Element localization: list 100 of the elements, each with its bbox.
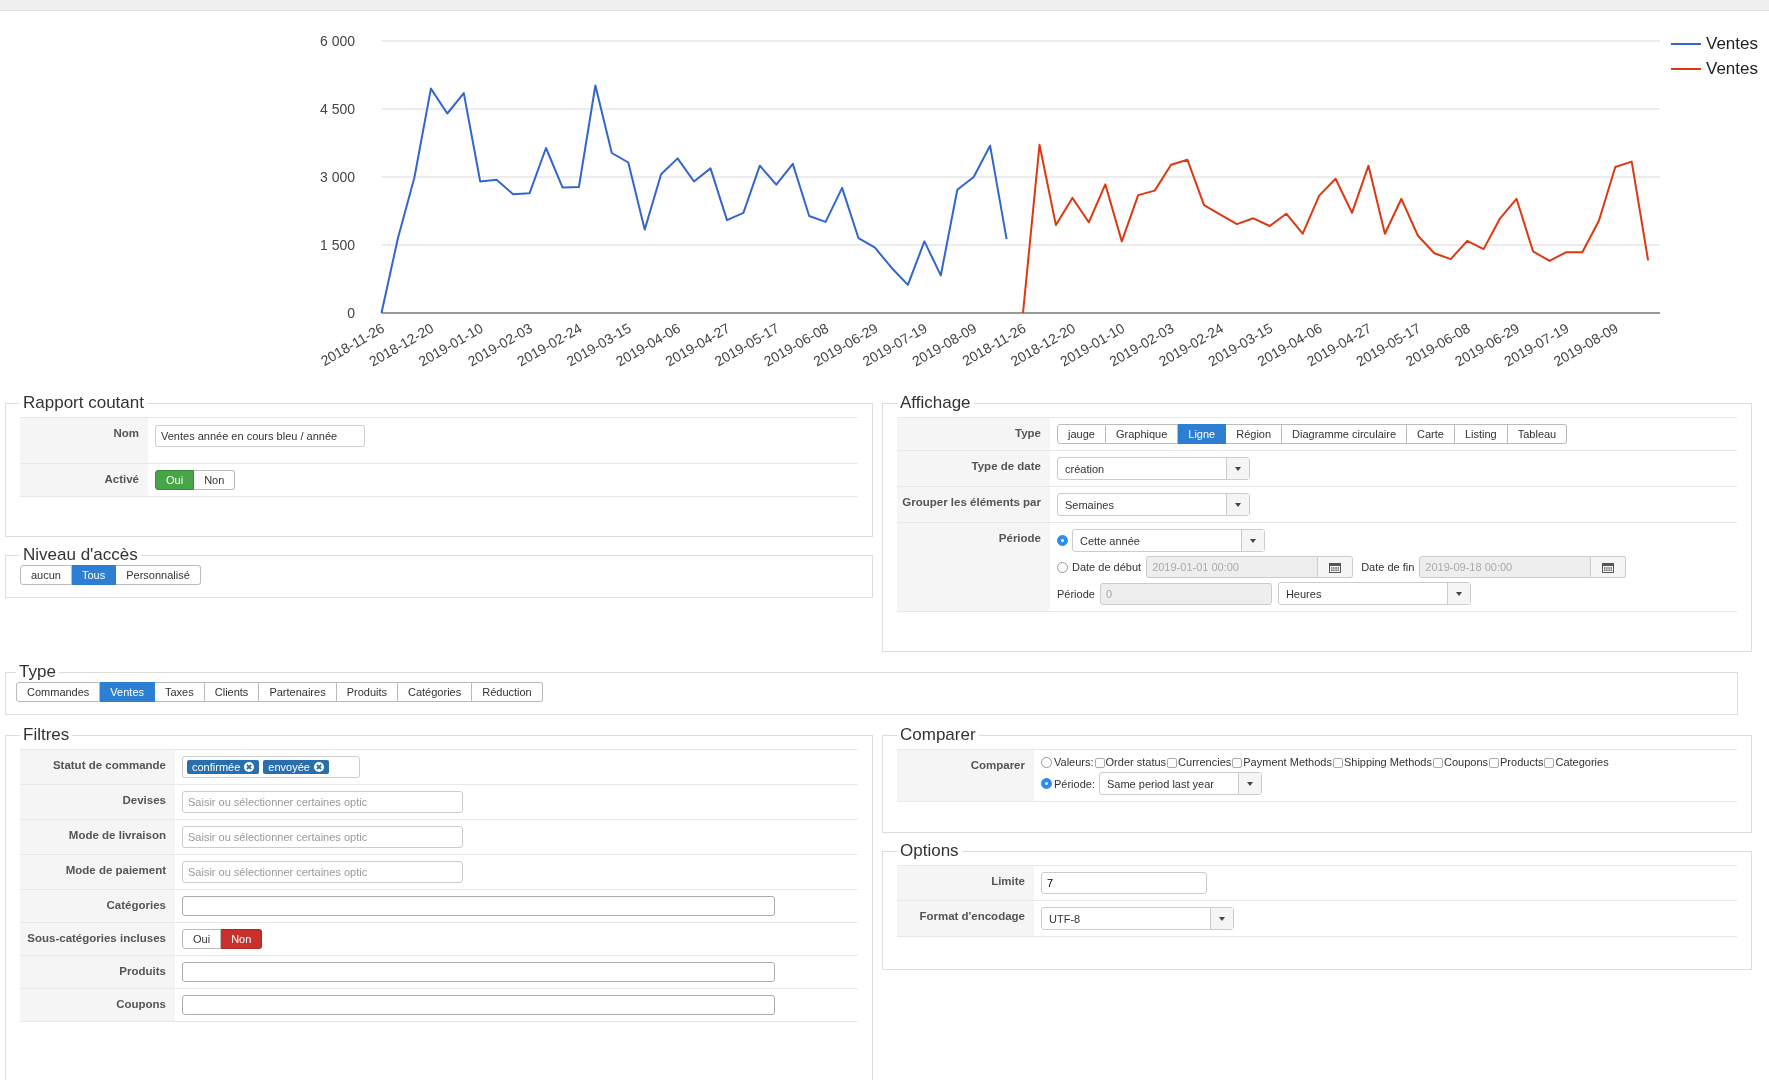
input-field[interactable] <box>182 962 775 982</box>
toggle-button[interactable]: Personnalisé <box>116 565 201 585</box>
field-label: Statut de commande <box>52 759 166 771</box>
caret-icon <box>1219 916 1225 921</box>
field-label: Limite <box>991 875 1025 887</box>
caret-icon <box>1247 781 1253 786</box>
field-label: Type de date <box>971 460 1041 472</box>
field-label: Devises <box>122 794 166 806</box>
tag-label: confirmée <box>192 761 241 773</box>
input-field[interactable] <box>182 896 775 916</box>
tag-chip[interactable]: confirmée <box>187 760 260 774</box>
input-field[interactable]: Saisir ou sélectionner certaines optic <box>182 826 463 848</box>
toggle-button[interactable]: Taxes <box>155 682 205 702</box>
dropdown[interactable]: UTF-8 <box>1041 907 1234 930</box>
toggle-button[interactable]: aucun <box>20 565 72 585</box>
checkbox[interactable] <box>1167 758 1178 768</box>
field-label: Période <box>998 532 1041 544</box>
legend-label: Ventes <box>1706 59 1758 78</box>
radio-label: Valeurs: <box>1054 756 1094 768</box>
checkbox-label: Products <box>1500 756 1544 768</box>
checkbox[interactable] <box>1489 758 1500 768</box>
toggle-button[interactable]: Région <box>1226 424 1283 444</box>
axis-tick-label: 6 000 <box>319 33 355 49</box>
toggle-button[interactable]: Ligne <box>1178 424 1227 444</box>
legend-label: Ventes <box>1706 34 1758 53</box>
checkbox[interactable] <box>1232 758 1243 768</box>
toggle-button[interactable]: Graphique <box>1105 424 1179 444</box>
section-title: Rapport coutant <box>22 393 145 413</box>
remove-icon[interactable] <box>244 762 255 772</box>
calendar-icon <box>1329 561 1342 573</box>
toggle-button[interactable]: Clients <box>204 682 260 702</box>
axis-tick-label: 0 <box>347 305 355 321</box>
section-title: Filtres <box>22 725 71 745</box>
toggle-button[interactable]: Carte <box>1407 424 1455 444</box>
toggle-button[interactable]: Listing <box>1454 424 1508 444</box>
calendar-button[interactable] <box>1318 556 1354 578</box>
dropdown[interactable]: Same period last year <box>1099 772 1262 795</box>
field-label: Mode de livraison <box>68 829 166 841</box>
radio-button[interactable] <box>1041 778 1052 789</box>
toggle-button[interactable]: Tous <box>72 565 117 585</box>
checkbox-label: Order status <box>1105 756 1167 768</box>
toggle-button[interactable]: Non <box>221 929 263 949</box>
caret-icon <box>1235 502 1241 507</box>
section-title: Options <box>899 841 960 861</box>
checkbox-label: Categories <box>1555 756 1609 768</box>
checkbox[interactable] <box>1544 758 1555 768</box>
field-label: Sous-catégories incluses <box>27 932 166 944</box>
input-field[interactable]: Saisir ou sélectionner certaines optic <box>182 861 463 883</box>
toggle-button[interactable]: Commandes <box>16 682 101 702</box>
field-label: Type <box>1015 427 1041 439</box>
toggle-button[interactable]: Réduction <box>472 682 543 702</box>
input-field[interactable]: Saisir ou sélectionner certaines optic <box>182 791 463 813</box>
field-label: Produits <box>119 965 166 977</box>
checkbox-label: Coupons <box>1444 756 1489 768</box>
tag-input-field[interactable]: confirmée envoyée <box>182 756 360 778</box>
dropdown[interactable]: création <box>1057 457 1250 480</box>
field-label: Date de début <box>1072 561 1142 573</box>
radio-button[interactable] <box>1057 535 1068 546</box>
toggle-button[interactable]: Diagramme circulaire <box>1282 424 1407 444</box>
toggle-button[interactable]: jauge <box>1057 424 1106 444</box>
field-label: Format d'encodage <box>919 910 1025 922</box>
field-label: Coupons <box>116 998 166 1010</box>
input-field[interactable] <box>182 995 775 1015</box>
field-label: Date de fin <box>1361 561 1415 573</box>
calendar-button[interactable] <box>1591 556 1627 578</box>
toggle-button[interactable]: Catégories <box>398 682 473 702</box>
input-field[interactable]: Ventes année en cours bleu / année <box>155 425 365 447</box>
tag-label: envoyée <box>268 761 310 773</box>
checkbox[interactable] <box>1332 758 1343 768</box>
dropdown[interactable]: Cette année <box>1072 529 1265 552</box>
checkbox-label: Currencies <box>1178 756 1232 768</box>
axis-tick-label: 4 500 <box>319 101 355 117</box>
field-label: Comparer <box>970 759 1025 771</box>
checkbox[interactable] <box>1433 758 1443 768</box>
toggle-button[interactable]: Partenaires <box>259 682 337 702</box>
section-title: Affichage <box>899 393 972 413</box>
checkbox[interactable] <box>1094 758 1105 768</box>
tag-chip[interactable]: envoyée <box>263 760 329 774</box>
legend-item: Ventes <box>1670 34 1758 53</box>
checkbox-label: Shipping Methods <box>1343 756 1432 768</box>
checkbox-label: Payment Methods <box>1243 756 1332 768</box>
section-title: Type <box>18 662 57 682</box>
radio-button[interactable] <box>1041 756 1052 768</box>
toggle-button[interactable]: Non <box>194 470 236 490</box>
field-label: Grouper les éléments par <box>902 496 1041 508</box>
toggle-button[interactable]: Tableau <box>1507 424 1568 444</box>
toggle-button[interactable]: Oui <box>182 929 222 949</box>
remove-icon[interactable] <box>313 762 324 772</box>
section-title: Niveau d'accès <box>22 545 139 565</box>
calendar-icon <box>1602 561 1615 573</box>
toggle-button[interactable]: Produits <box>336 682 398 702</box>
section-title: Comparer <box>899 725 977 745</box>
caret-icon <box>1235 466 1241 471</box>
radio-label: Période: <box>1054 777 1095 790</box>
axis-tick-label: 3 000 <box>319 169 355 185</box>
caret-icon <box>1250 538 1256 543</box>
input-field[interactable]: 7 <box>1041 872 1207 894</box>
dropdown[interactable]: Semaines <box>1057 493 1250 516</box>
caret-icon <box>1455 591 1462 596</box>
toggle-button[interactable]: Ventes <box>100 682 155 702</box>
